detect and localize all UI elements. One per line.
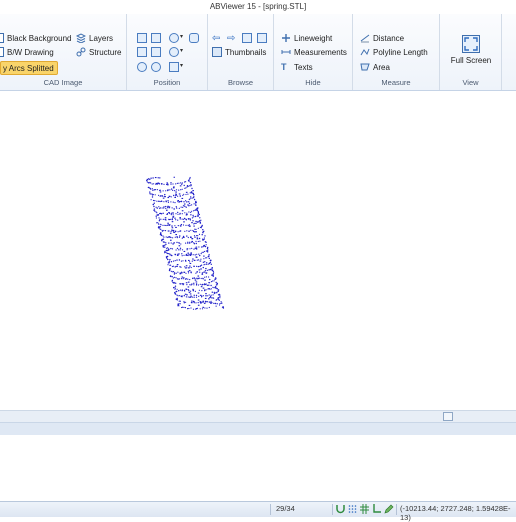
- lineweight-label: Lineweight: [294, 33, 333, 43]
- group-position: ▾ ▾ ▾ Position: [127, 14, 208, 90]
- group-label-cad-image: CAD Image: [43, 78, 83, 87]
- spring-drawing: [146, 176, 225, 310]
- lineweight-button[interactable]: Lineweight: [281, 32, 332, 44]
- bw-drawing-label: B/W Drawing: [7, 47, 54, 57]
- full-screen-button[interactable]: Full Screen: [444, 35, 498, 71]
- ortho-icon[interactable]: [372, 504, 381, 514]
- black-background-icon: [0, 33, 4, 43]
- layers-button[interactable]: Layers: [75, 32, 114, 44]
- texts-button[interactable]: T Texts: [281, 61, 313, 73]
- grid-icon[interactable]: [360, 504, 369, 514]
- layers-label: Layers: [89, 33, 114, 43]
- rotate-icon[interactable]: [137, 62, 147, 72]
- open-file-icon[interactable]: [242, 33, 252, 43]
- thumbnails-button[interactable]: Thumbnails: [212, 46, 266, 58]
- polyline-length-icon: [360, 47, 370, 57]
- zoom-extents-icon[interactable]: [151, 47, 161, 57]
- zoom-previous-icon[interactable]: [151, 62, 161, 72]
- group-label-view: View: [462, 78, 479, 87]
- arcs-splitted-label: y Arcs Splitted: [3, 63, 54, 73]
- group-label-hide: Hide: [305, 78, 321, 87]
- zoom-out-icon[interactable]: [169, 47, 179, 57]
- structure-label: Structure: [89, 47, 122, 57]
- zoom-in-icon[interactable]: [169, 33, 179, 43]
- arrow-right-icon: ⇨: [227, 32, 236, 44]
- zoom-window-icon[interactable]: [137, 33, 147, 43]
- grid-snap-icon[interactable]: [348, 504, 357, 514]
- zoom-rect-icon[interactable]: [151, 33, 161, 43]
- nav-forward-button[interactable]: ⇨: [227, 32, 235, 44]
- status-bar: 29/34 (-10213.44; 2727.248; 1.59428E-13): [0, 501, 516, 522]
- ribbon: Black Background B/W Drawing y Arcs Spli…: [0, 14, 516, 91]
- measurements-label: Measurements: [294, 47, 347, 57]
- group-hide: Lineweight Measurements T Texts Hide: [274, 14, 353, 90]
- group-label-browse: Browse: [227, 78, 253, 87]
- snap-magnet-icon[interactable]: [336, 504, 345, 514]
- distance-icon: [360, 33, 370, 43]
- structure-button[interactable]: Structure: [76, 46, 121, 58]
- measurements-button[interactable]: Measurements: [281, 46, 347, 58]
- area-icon: [360, 62, 370, 72]
- full-screen-icon: [462, 35, 480, 53]
- 3d-orbit-icon[interactable]: [169, 62, 179, 72]
- zoom-in-dropdown-icon[interactable]: ▾: [180, 33, 183, 40]
- bw-drawing-button[interactable]: B/W Drawing: [0, 46, 54, 58]
- black-background-button[interactable]: Black Background: [0, 32, 71, 44]
- 3d-orbit-dropdown-icon[interactable]: ▾: [180, 62, 183, 69]
- drawing-canvas[interactable]: [0, 104, 516, 410]
- lineweight-icon: [281, 33, 291, 43]
- group-label-position: Position: [153, 78, 181, 87]
- group-measure: Distance Polyline Length Area Measure: [353, 14, 440, 90]
- layers-icon: [75, 33, 87, 44]
- group-view: Full Screen View: [440, 14, 502, 90]
- polyline-length-button[interactable]: Polyline Length: [360, 46, 428, 58]
- polyline-length-label: Polyline Length: [373, 47, 428, 57]
- distance-label: Distance: [373, 33, 405, 43]
- full-screen-label: Full Screen: [450, 56, 492, 65]
- scroll-options-icon[interactable]: [443, 412, 453, 421]
- status-separator: [396, 504, 397, 515]
- bw-drawing-icon: [0, 47, 4, 57]
- black-background-label: Black Background: [7, 33, 72, 43]
- status-separator: [332, 504, 333, 515]
- spring-coils: [146, 176, 225, 310]
- status-page-counter: 29/34: [276, 504, 295, 513]
- measurements-icon: [281, 47, 291, 57]
- texts-icon: T: [281, 62, 287, 72]
- area-label: Area: [373, 62, 390, 72]
- pencil-icon[interactable]: [384, 504, 394, 514]
- group-cad-image: Black Background B/W Drawing y Arcs Spli…: [0, 14, 127, 90]
- pan-hand-icon[interactable]: [189, 33, 199, 43]
- browse-folder-icon[interactable]: [257, 33, 267, 43]
- zoom-out-dropdown-icon[interactable]: ▾: [180, 47, 183, 54]
- structure-icon: [76, 47, 86, 57]
- fit-to-window-icon[interactable]: [137, 47, 147, 57]
- nav-back-button[interactable]: ⇦: [212, 32, 220, 44]
- thumbnails-icon: [212, 47, 222, 57]
- thumbnails-label: Thumbnails: [225, 47, 267, 57]
- group-browse: ⇦ ⇨ Thumbnails Browse: [208, 14, 274, 90]
- command-panel: [0, 435, 516, 501]
- status-separator: [270, 504, 271, 515]
- area-button[interactable]: Area: [360, 61, 390, 73]
- status-coordinates: (-10213.44; 2727.248; 1.59428E-13): [400, 504, 511, 522]
- texts-label: Texts: [294, 62, 313, 72]
- group-label-measure: Measure: [381, 78, 411, 87]
- tab-band: [0, 422, 516, 436]
- arrow-left-icon: ⇦: [212, 32, 221, 44]
- window-title: ABViewer 15 - [spring.STL]: [0, 0, 516, 14]
- arcs-splitted-button[interactable]: y Arcs Splitted: [0, 61, 58, 75]
- distance-button[interactable]: Distance: [360, 32, 404, 44]
